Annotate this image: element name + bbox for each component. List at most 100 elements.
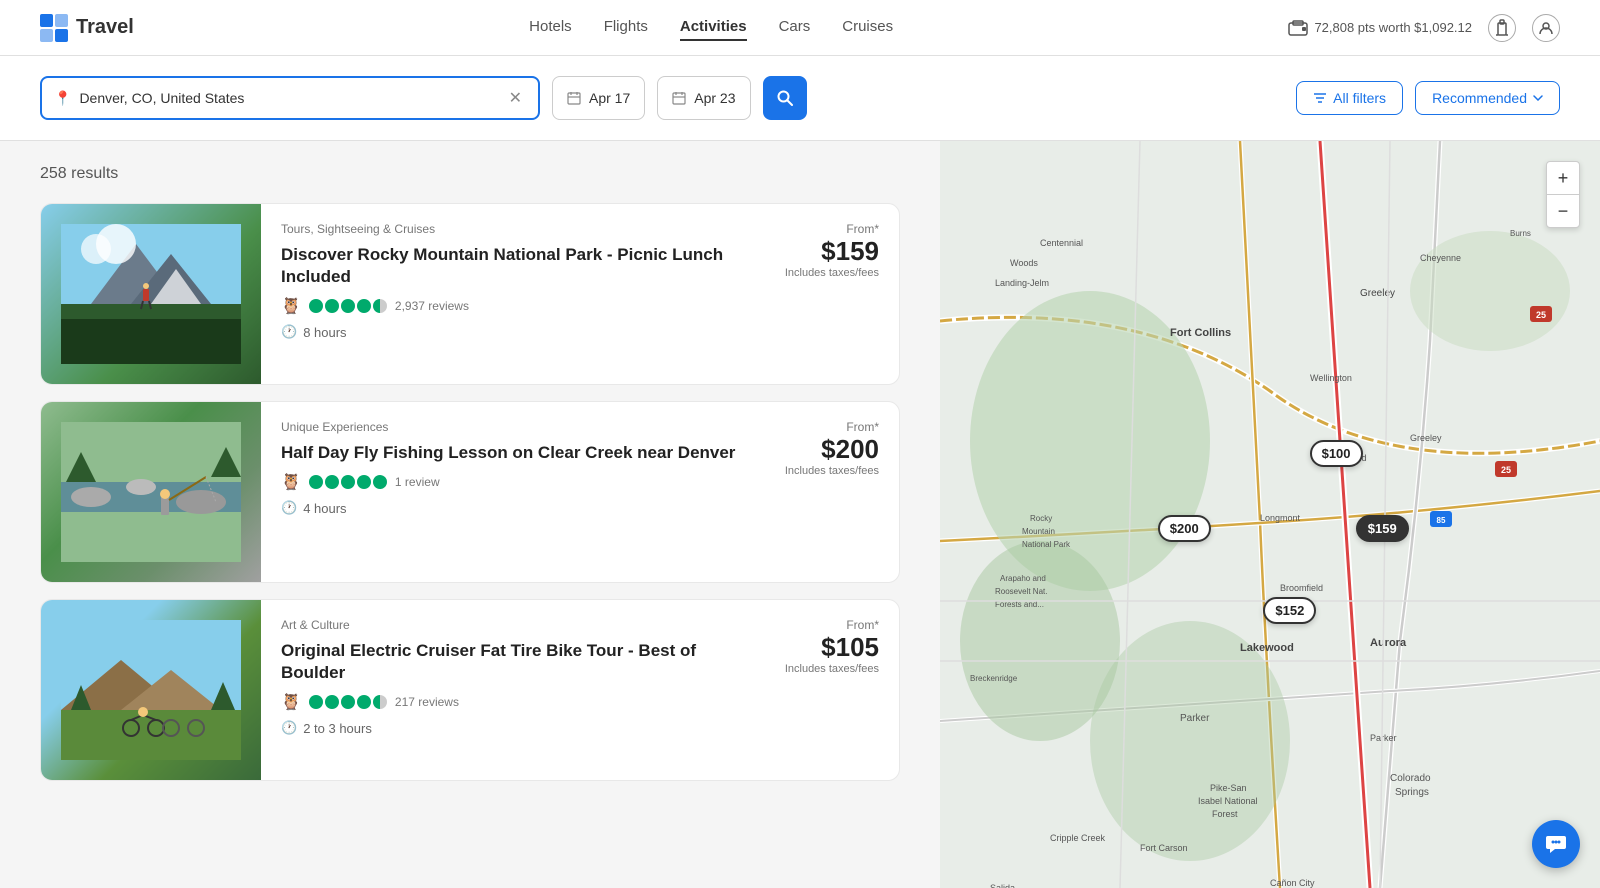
- recommended-button[interactable]: Recommended: [1415, 81, 1560, 115]
- chat-button[interactable]: [1532, 820, 1580, 868]
- logo-icon: [40, 14, 68, 42]
- svg-text:Forest: Forest: [1212, 809, 1238, 819]
- svg-text:Isabel National: Isabel National: [1198, 796, 1258, 806]
- includes-label-2: Includes taxes/fees: [769, 465, 879, 477]
- price-1: $159: [769, 236, 879, 267]
- svg-text:Lakewood: Lakewood: [1240, 642, 1294, 654]
- header: Travel Hotels Flights Activities Cars Cr…: [0, 0, 1600, 56]
- clock-icon-1: 🕐: [281, 324, 297, 340]
- nav-flights[interactable]: Flights: [604, 14, 648, 41]
- rating-row-2: 🦉 1 review: [281, 472, 749, 492]
- price-marker-200[interactable]: $200: [1158, 515, 1211, 542]
- price-marker-159[interactable]: $159: [1356, 515, 1409, 542]
- price-section-3: From* $105 Includes taxes/fees: [769, 600, 899, 780]
- svg-text:25: 25: [1501, 465, 1511, 475]
- svg-text:Roosevelt Nat.: Roosevelt Nat.: [995, 587, 1047, 596]
- stars-1: [309, 299, 387, 313]
- star-1-3: [341, 299, 355, 313]
- price-2: $200: [769, 434, 879, 465]
- nav-cars[interactable]: Cars: [779, 14, 811, 41]
- main-nav: Hotels Flights Activities Cars Cruises: [174, 14, 1249, 41]
- price-3: $105: [769, 632, 879, 663]
- star-2-5: [373, 475, 387, 489]
- map-svg: Fort Collins Greeley Centennial Woods La…: [940, 141, 1600, 888]
- zoom-out-button[interactable]: −: [1547, 195, 1579, 227]
- duration-row-3: 🕐 2 to 3 hours: [281, 720, 749, 736]
- star-1-1: [309, 299, 323, 313]
- price-marker-100[interactable]: $100: [1310, 440, 1363, 467]
- activity-title-2: Half Day Fly Fishing Lesson on Clear Cre…: [281, 442, 749, 464]
- search-button[interactable]: [763, 76, 807, 120]
- duration-label-3: 2 to 3 hours: [303, 721, 372, 736]
- review-count-3: 217 reviews: [395, 695, 459, 709]
- user-account-button[interactable]: [1532, 14, 1560, 42]
- svg-text:Broomfield: Broomfield: [1280, 583, 1323, 593]
- duration-row-2: 🕐 4 hours: [281, 500, 749, 516]
- svg-text:Breckenridge: Breckenridge: [970, 674, 1018, 683]
- svg-text:Mountain: Mountain: [1022, 527, 1055, 536]
- from-label-2: From*: [769, 420, 879, 434]
- activity-card-3[interactable]: Art & Culture Original Electric Cruiser …: [40, 599, 900, 781]
- activity-image-1: [41, 204, 261, 384]
- svg-text:Springs: Springs: [1395, 787, 1429, 798]
- tripadvisor-icon-1: 🦉: [281, 296, 301, 316]
- start-date-picker[interactable]: Apr 17: [552, 76, 645, 120]
- wallet-icon: [1288, 20, 1308, 36]
- activity-image-3: [41, 600, 261, 780]
- results-count: 258 results: [40, 165, 900, 183]
- star-3-2: [325, 695, 339, 709]
- duration-row-1: 🕐 8 hours: [281, 324, 749, 340]
- svg-text:25: 25: [1536, 310, 1546, 320]
- star-2-4: [357, 475, 371, 489]
- clear-location-button[interactable]: ✕: [505, 88, 526, 108]
- tripadvisor-icon-2: 🦉: [281, 472, 301, 492]
- svg-text:Greeley: Greeley: [1410, 433, 1442, 443]
- activity-title-3: Original Electric Cruiser Fat Tire Bike …: [281, 640, 749, 684]
- svg-text:Rocky: Rocky: [1030, 514, 1052, 523]
- star-3-4: [357, 695, 371, 709]
- activity-category-1: Tours, Sightseeing & Cruises: [281, 222, 749, 236]
- luggage-button[interactable]: [1488, 14, 1516, 42]
- activity-category-3: Art & Culture: [281, 618, 749, 632]
- stars-2: [309, 475, 387, 489]
- nav-cruises[interactable]: Cruises: [842, 14, 893, 41]
- end-date-picker[interactable]: Apr 23: [657, 76, 750, 120]
- includes-label-1: Includes taxes/fees: [769, 267, 879, 279]
- nav-hotels[interactable]: Hotels: [529, 14, 572, 41]
- filters-area: All filters Recommended: [1296, 81, 1560, 115]
- filter-icon: [1313, 91, 1327, 105]
- activity-info-3: Art & Culture Original Electric Cruiser …: [261, 600, 769, 780]
- all-filters-button[interactable]: All filters: [1296, 81, 1403, 115]
- activity-card-2[interactable]: Unique Experiences Half Day Fly Fishing …: [40, 401, 900, 583]
- activity-card[interactable]: Tours, Sightseeing & Cruises Discover Ro…: [40, 203, 900, 385]
- search-icon: [777, 90, 793, 106]
- calendar-end-icon: [672, 91, 686, 105]
- zoom-in-button[interactable]: +: [1547, 162, 1579, 194]
- activity-image-2: [41, 402, 261, 582]
- price-marker-152[interactable]: $152: [1263, 597, 1316, 624]
- logo[interactable]: Travel: [40, 14, 134, 42]
- clock-icon-2: 🕐: [281, 500, 297, 516]
- svg-text:Colorado: Colorado: [1390, 773, 1431, 784]
- svg-text:Pike-San: Pike-San: [1210, 783, 1247, 793]
- star-2-1: [309, 475, 323, 489]
- svg-text:Fort Collins: Fort Collins: [1170, 327, 1231, 339]
- location-input[interactable]: [79, 90, 504, 106]
- star-3-3: [341, 695, 355, 709]
- price-section-1: From* $159 Includes taxes/fees: [769, 204, 899, 384]
- clock-icon-3: 🕐: [281, 720, 297, 736]
- svg-text:Landing-Jelm: Landing-Jelm: [995, 278, 1049, 288]
- search-area: 📍 ✕ Apr 17 Apr 23: [0, 56, 1600, 141]
- nav-activities[interactable]: Activities: [680, 14, 747, 41]
- points-info: 72,808 pts worth $1,092.12: [1288, 20, 1472, 36]
- activity-info-2: Unique Experiences Half Day Fly Fishing …: [261, 402, 769, 582]
- svg-text:Fort Carson: Fort Carson: [1140, 843, 1188, 853]
- duration-label-1: 8 hours: [303, 325, 346, 340]
- svg-text:Parker: Parker: [1180, 713, 1210, 724]
- activity-category-2: Unique Experiences: [281, 420, 749, 434]
- calendar-start-icon: [567, 91, 581, 105]
- star-2-3: [341, 475, 355, 489]
- star-1-5: [373, 299, 387, 313]
- end-date-label: Apr 23: [694, 90, 735, 106]
- star-2-2: [325, 475, 339, 489]
